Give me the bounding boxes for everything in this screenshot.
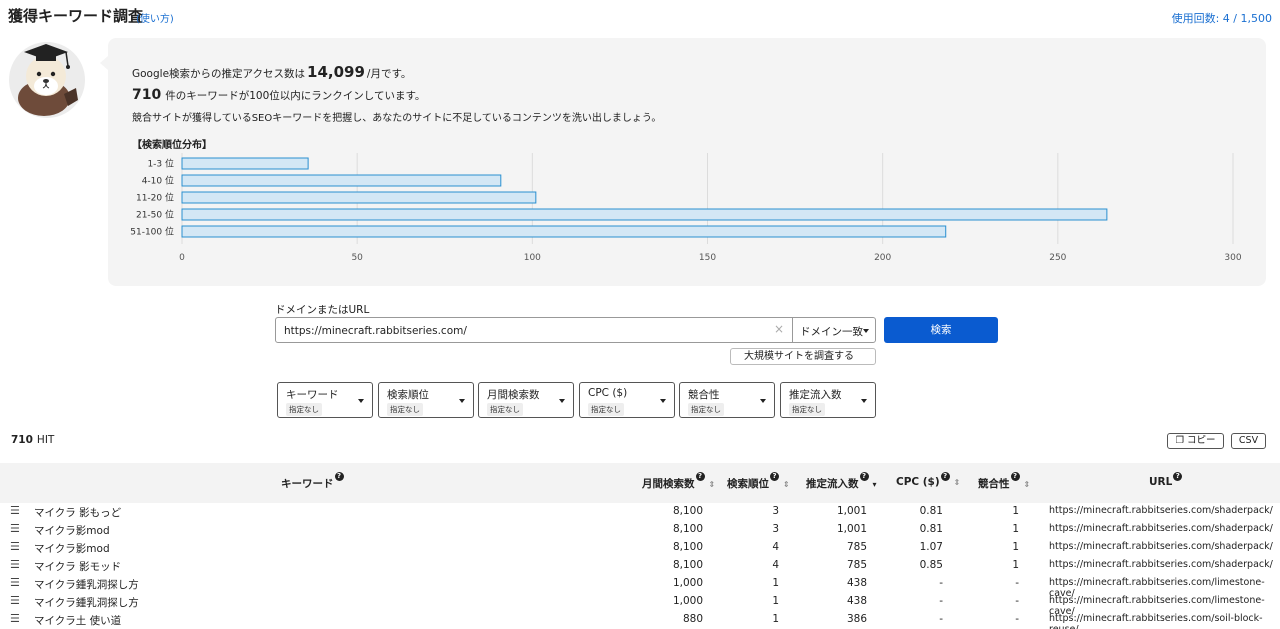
chevron-down-icon	[459, 399, 465, 403]
page-title: 獲得キーワード調査	[8, 7, 144, 25]
filter-volume[interactable]: 月間検索数 指定なし	[478, 382, 574, 418]
filter-rank[interactable]: 検索順位 指定なし	[378, 382, 474, 418]
help-icon: ?	[940, 472, 950, 481]
match-mode-select[interactable]: ドメイン一致	[792, 317, 876, 343]
th-cpc[interactable]: CPC ($) ?⇕	[896, 472, 961, 488]
chart-category-label: 21-50 位	[136, 209, 174, 221]
csv-button[interactable]: CSV	[1231, 433, 1266, 449]
hit-count: 710 HIT	[11, 434, 55, 446]
filter-cpc[interactable]: CPC ($) 指定なし	[579, 382, 675, 418]
search-button[interactable]: 検索	[884, 317, 998, 343]
chart-category-label: 51-100 位	[130, 226, 174, 238]
row-menu-icon[interactable]: ☰	[10, 558, 20, 571]
url-input-wrapper: ×	[275, 317, 793, 343]
table-row: ☰ マイクラ鍾乳洞探し方 1,000 1 438 - - https://min…	[10, 594, 1265, 617]
chevron-down-icon	[861, 399, 867, 403]
help-icon: ?	[859, 472, 869, 481]
row-menu-icon[interactable]: ☰	[10, 612, 20, 625]
filter-bar: キーワード 指定なし 検索順位 指定なし 月間検索数 指定なし CPC ($) …	[277, 382, 877, 418]
chart-x-tick-label: 200	[874, 253, 891, 263]
table-row: ☰ マイクラ影mod 8,100 4 785 1.07 1 https://mi…	[10, 540, 1273, 555]
large-site-button[interactable]: 大規模サイトを調査する	[730, 348, 876, 365]
row-menu-icon[interactable]: ☰	[10, 504, 20, 517]
sort-icon: ⇕	[1023, 479, 1031, 489]
chart-bar	[181, 208, 1108, 221]
help-icon: ?	[1010, 472, 1020, 481]
chart-x-tick-label: 150	[699, 253, 716, 263]
row-menu-icon[interactable]: ☰	[10, 540, 20, 553]
th-volume[interactable]: 月間検索数?⇕	[642, 472, 716, 491]
howto-link[interactable]: (使い方)	[136, 10, 174, 25]
chart-bar	[181, 225, 947, 238]
th-traffic[interactable]: 推定流入数?▾	[806, 472, 877, 491]
sort-icon: ⇕	[953, 477, 961, 487]
chart-category-label: 11-20 位	[136, 192, 174, 204]
table-row: ☰ マイクラ鍾乳洞探し方 1,000 1 438 - - https://min…	[10, 576, 1265, 599]
chart-x-tick-label: 0	[179, 253, 185, 263]
table-row: ☰ マイクラ 影もっど 8,100 3 1,001 0.81 1 https:/…	[10, 504, 1273, 519]
chart-category-label: 4-10 位	[142, 175, 174, 187]
chevron-down-icon	[660, 399, 666, 403]
mascot-otter-icon	[9, 42, 85, 118]
search-area: ドメインまたはURL × ドメイン一致 検索 大規模サイトを調査する	[275, 300, 1000, 370]
table-row: ☰ マイクラ 影モッド 8,100 4 785 0.85 1 https://m…	[10, 558, 1273, 573]
copy-icon: ❐	[1175, 435, 1184, 446]
help-icon: ?	[770, 472, 779, 481]
chart-x-tick-label: 100	[524, 253, 541, 263]
rank-distribution-chart: 0 50 100 150 200 250 300 1-3 位 4-10 位 11-20 位 21-5…	[130, 153, 1242, 263]
chart-category-label: 1-3 位	[147, 158, 174, 170]
chevron-down-icon	[863, 329, 869, 333]
filter-traffic[interactable]: 推定流入数 指定なし	[780, 382, 876, 418]
th-competition[interactable]: 競合性?⇕	[978, 472, 1031, 491]
usage-count: 使用回数: 4 / 1,500	[1171, 12, 1272, 25]
filter-competition[interactable]: 競合性 指定なし	[679, 382, 775, 418]
row-menu-icon[interactable]: ☰	[10, 522, 20, 535]
sort-icon: ⇕	[783, 479, 790, 489]
help-icon: ?	[1173, 472, 1183, 481]
th-url: URL?	[1149, 472, 1183, 488]
chart-bar	[181, 157, 309, 170]
chart-x-tick-label: 250	[1049, 253, 1066, 263]
url-input[interactable]	[284, 323, 764, 338]
summary-panel: Google検索からの推定アクセス数は 14,099/月です。 710 件のキーワー…	[100, 38, 1266, 286]
help-icon: ?	[695, 472, 705, 481]
th-rank[interactable]: 検索順位?⇕	[727, 472, 790, 491]
search-label: ドメインまたはURL	[275, 304, 370, 316]
row-menu-icon[interactable]: ☰	[10, 576, 20, 589]
table-row: ☰ マイクラ土 使い道 880 1 386 - - https://minecr…	[10, 612, 1263, 629]
chart-bar	[181, 174, 502, 187]
table-row: ☰ マイクラ影mod 8,100 3 1,001 0.81 1 https://…	[10, 522, 1273, 537]
help-icon: ?	[334, 472, 344, 481]
chevron-down-icon	[559, 399, 565, 403]
sort-desc-icon: ▾	[872, 479, 877, 489]
clear-icon[interactable]: ×	[774, 322, 784, 336]
chart-bar	[181, 191, 537, 204]
th-keyword[interactable]: キーワード?	[281, 472, 344, 491]
chart-x-tick-label: 50	[351, 253, 363, 263]
row-menu-icon[interactable]: ☰	[10, 594, 20, 607]
match-mode-value: ドメイン一致	[800, 326, 863, 338]
chevron-down-icon	[358, 399, 364, 403]
copy-button[interactable]: ❐ コピー	[1167, 433, 1224, 449]
chevron-down-icon	[760, 399, 766, 403]
sort-icon: ⇕	[708, 479, 716, 489]
table-header: キーワード? 月間検索数?⇕ 検索順位?⇕ 推定流入数?▾ CPC ($) ?⇕ …	[0, 463, 1280, 503]
page-header: 獲得キーワード調査 (使い方) 使用回数: 4 / 1,500	[8, 5, 1272, 27]
filter-keyword[interactable]: キーワード 指定なし	[277, 382, 373, 418]
chart-x-tick-label: 300	[1224, 253, 1241, 263]
